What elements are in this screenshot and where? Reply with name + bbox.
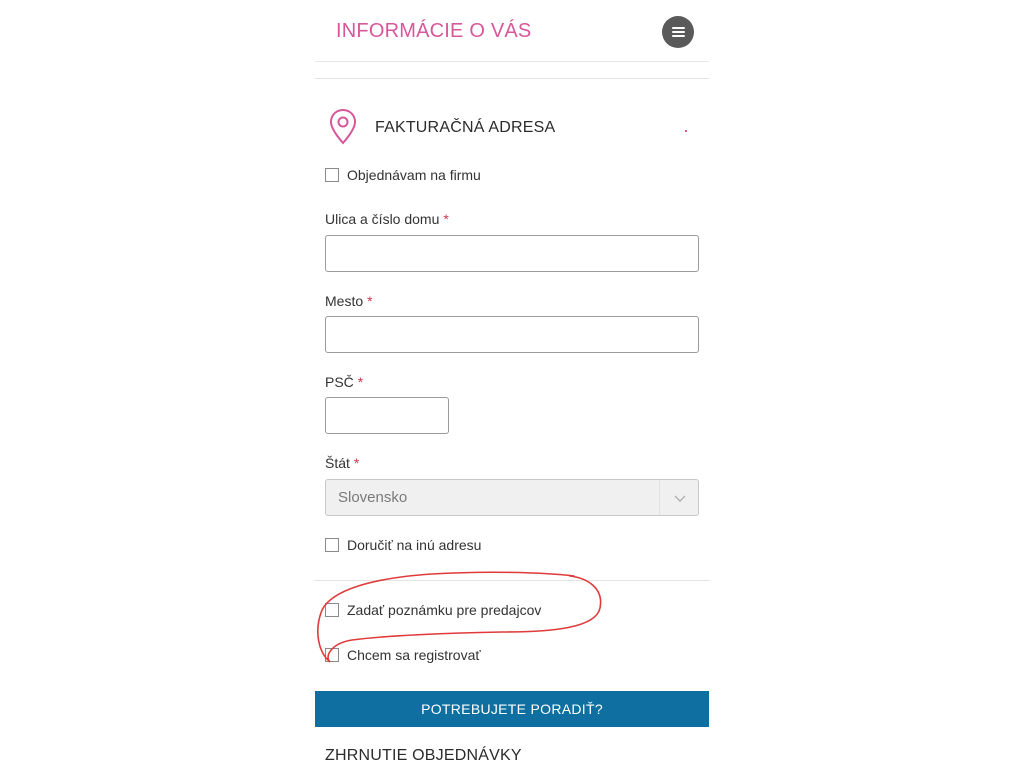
order-summary-title: ZHRNUTIE OBJEDNÁVKY: [325, 747, 522, 764]
chevron-down-icon: [674, 495, 686, 502]
ship-elsewhere-checkbox[interactable]: [325, 538, 339, 552]
page-header: INFORMÁCIE O VÁS: [315, 0, 709, 62]
ship-elsewhere-checkbox-row[interactable]: Doručiť na inú adresu: [325, 535, 481, 555]
ship-elsewhere-label: Doručiť na inú adresu: [347, 537, 482, 553]
country-select[interactable]: Slovensko: [325, 479, 699, 516]
billing-section-title: FAKTURAČNÁ ADRESA: [375, 119, 556, 136]
zip-input[interactable]: [325, 397, 449, 434]
need-advice-button[interactable]: POTREBUJETE PORADIŤ?: [315, 691, 709, 727]
country-select-value: Slovensko: [338, 489, 408, 506]
seller-note-checkbox[interactable]: [325, 603, 339, 617]
seller-note-checkbox-row[interactable]: Zadať poznámku pre predajcov: [325, 600, 541, 620]
checkout-page: INFORMÁCIE O VÁS FAKTURAČNÁ ADRESA Objed…: [315, 0, 709, 768]
street-input[interactable]: [325, 235, 699, 272]
company-order-checkbox[interactable]: [325, 168, 339, 182]
divider: [315, 78, 709, 79]
divider: [315, 580, 709, 581]
company-order-label: Objednávam na firmu: [347, 167, 481, 183]
country-label: Štát *: [325, 455, 360, 471]
company-order-checkbox-row[interactable]: Objednávam na firmu: [325, 165, 481, 185]
required-asterisk: *: [357, 374, 364, 390]
menu-icon: [671, 27, 685, 37]
map-pin-icon: [329, 108, 357, 145]
select-separator: [659, 480, 660, 515]
register-checkbox-row[interactable]: Chcem sa registrovať: [325, 645, 481, 665]
zip-label: PSČ *: [325, 374, 364, 390]
city-input[interactable]: [325, 316, 699, 353]
page-title: INFORMÁCIE O VÁS: [336, 20, 532, 42]
decorative-dot: [685, 130, 687, 132]
seller-note-label: Zadať poznámku pre predajcov: [347, 602, 542, 618]
street-label: Ulica a číslo domu *: [325, 211, 449, 227]
city-label: Mesto *: [325, 293, 373, 309]
register-checkbox[interactable]: [325, 648, 339, 662]
billing-section-header: FAKTURAČNÁ ADRESA: [327, 108, 697, 148]
menu-button[interactable]: [662, 16, 694, 48]
required-asterisk: *: [443, 211, 449, 227]
required-asterisk: *: [367, 293, 373, 309]
register-label: Chcem sa registrovať: [347, 647, 481, 663]
required-asterisk: *: [353, 455, 360, 471]
